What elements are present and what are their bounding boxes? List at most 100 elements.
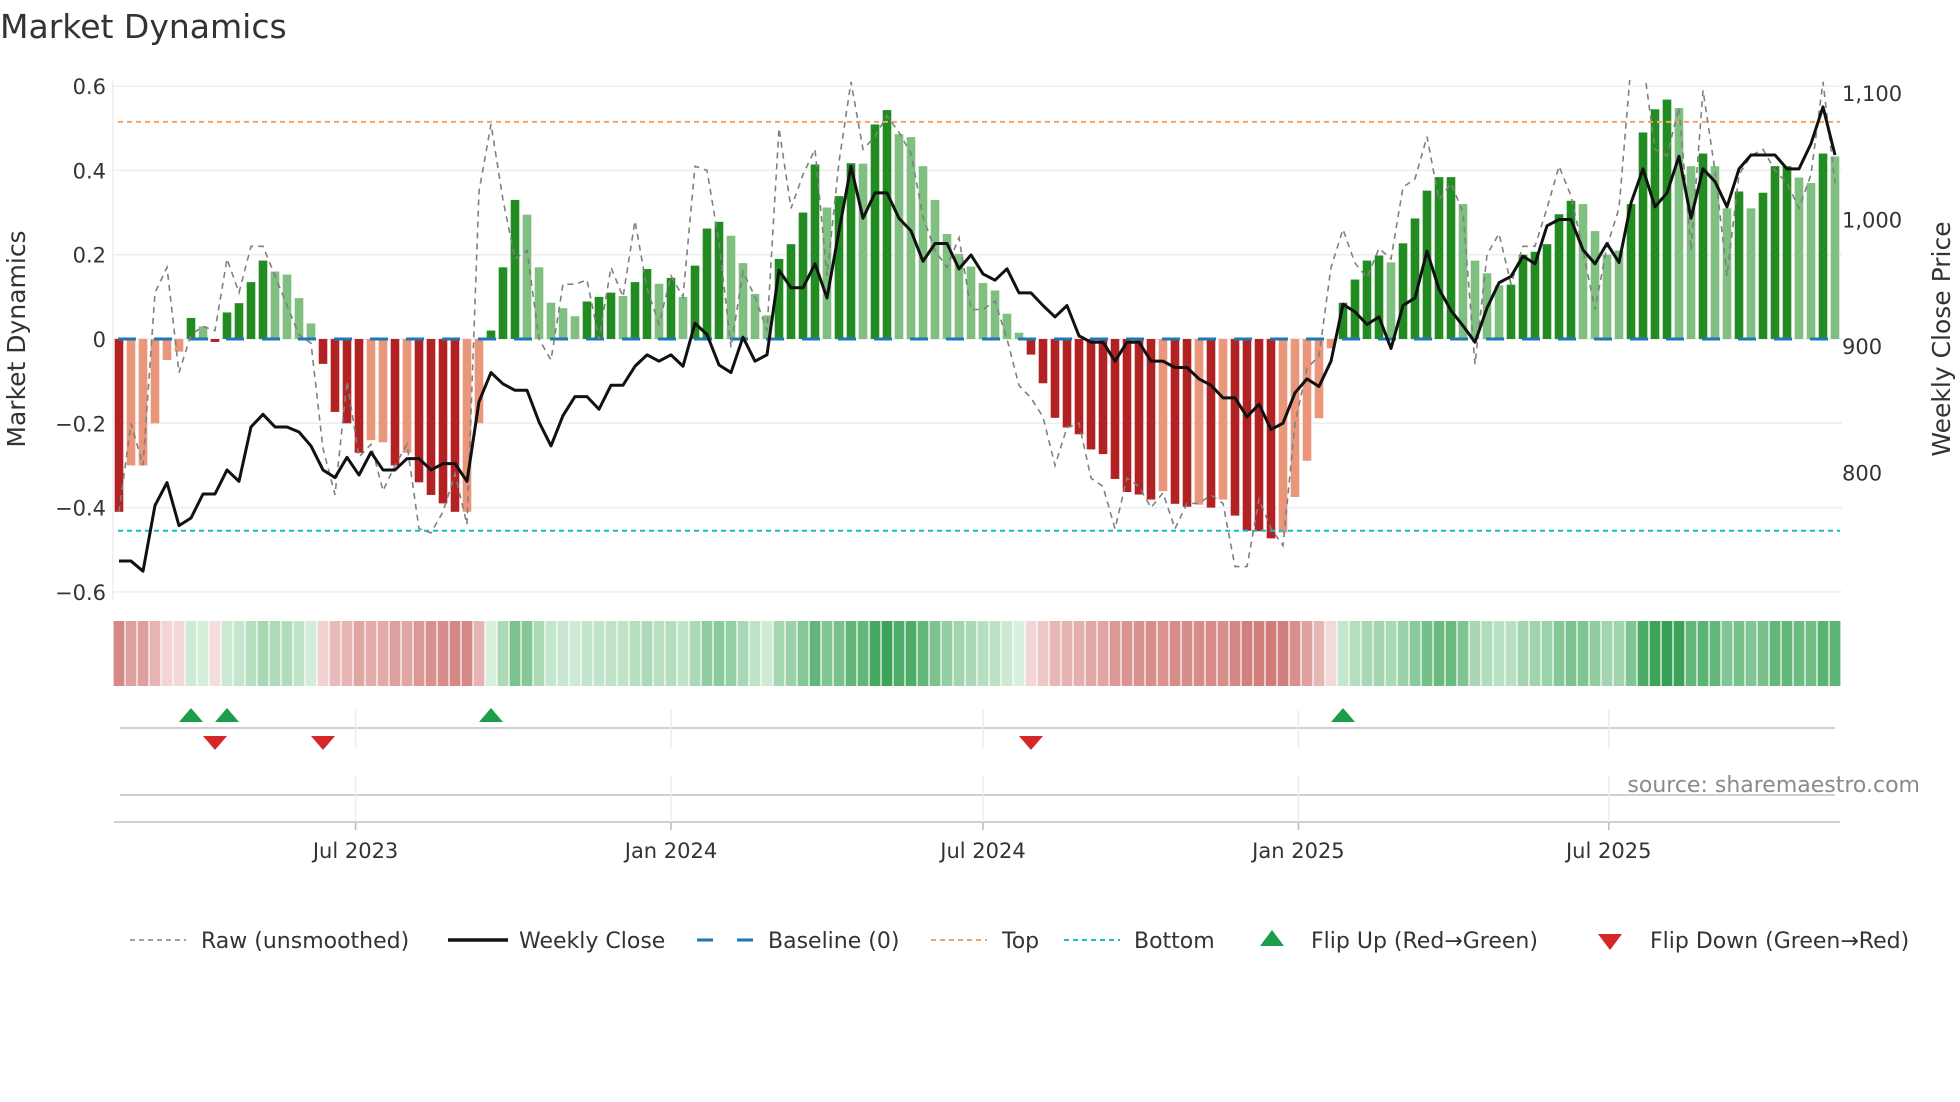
- y-tick-label: −0.4: [55, 497, 106, 521]
- heat-cell: [569, 621, 581, 686]
- heat-cell: [953, 621, 965, 686]
- heat-cell: [605, 621, 617, 686]
- dynamics-bar: [1290, 339, 1300, 498]
- heat-cell: [1397, 621, 1409, 686]
- heat-cell: [965, 621, 977, 686]
- heat-cell: [1817, 621, 1829, 686]
- heat-cell: [809, 621, 821, 686]
- heat-cell: [1049, 621, 1061, 686]
- y-tick-label: 0.4: [73, 159, 106, 183]
- heat-cell: [869, 621, 881, 686]
- dynamics-bar: [1002, 313, 1012, 339]
- y2-tick-label: 1,000: [1842, 209, 1902, 233]
- flip-down-marker: [311, 736, 335, 750]
- heat-cell: [821, 621, 833, 686]
- heat-cell: [1385, 621, 1397, 686]
- heat-cell: [257, 621, 269, 686]
- heat-cell: [1457, 621, 1469, 686]
- dynamics-bar: [1182, 339, 1192, 507]
- y-tick-label: 0.6: [73, 75, 106, 99]
- heat-cell: [1205, 621, 1217, 686]
- heat-cell: [1589, 621, 1601, 686]
- dynamics-bar: [1050, 339, 1060, 418]
- heat-cell: [581, 621, 593, 686]
- heat-cell: [1229, 621, 1241, 686]
- dynamics-bar: [678, 296, 688, 339]
- dynamics-bar: [1218, 339, 1228, 500]
- dynamics-bar: [558, 308, 568, 339]
- heat-cell: [281, 621, 293, 686]
- heat-cell: [689, 621, 701, 686]
- dynamics-bar: [798, 212, 808, 339]
- dynamics-bar: [390, 339, 400, 466]
- dynamics-bar: [870, 124, 880, 339]
- dynamics-bar: [930, 199, 940, 339]
- dynamics-bar: [498, 267, 508, 339]
- dynamics-bar: [366, 339, 376, 441]
- legend-label: Weekly Close: [519, 929, 665, 954]
- heat-cell: [1265, 621, 1277, 686]
- heat-cell: [1469, 621, 1481, 686]
- dynamics-bar: [462, 339, 472, 512]
- dynamics-bar: [234, 303, 244, 339]
- dynamics-bar: [1494, 285, 1504, 339]
- dynamics-bar: [510, 199, 520, 339]
- dynamics-bar: [618, 296, 628, 339]
- heat-cell: [377, 621, 389, 686]
- dynamics-bar: [570, 316, 580, 339]
- y-tick-label: −0.2: [55, 412, 106, 436]
- flip-down-marker: [1019, 736, 1043, 750]
- heat-cell: [1517, 621, 1529, 686]
- heat-cell: [1805, 621, 1817, 686]
- heat-cell: [665, 621, 677, 686]
- heat-cell: [1745, 621, 1757, 686]
- dynamics-bar: [786, 244, 796, 339]
- legend-item-baseline: Baseline (0): [697, 929, 899, 954]
- heat-cell: [1829, 621, 1841, 686]
- heat-cell: [341, 621, 353, 686]
- heat-cell: [425, 621, 437, 686]
- dynamics-bar: [582, 301, 592, 339]
- heat-cell: [797, 621, 809, 686]
- heat-cell: [1673, 621, 1685, 686]
- heat-cell: [593, 621, 605, 686]
- heat-cell: [1061, 621, 1073, 686]
- heat-cell: [245, 621, 257, 686]
- heat-cell: [1301, 621, 1313, 686]
- dynamics-bar: [1398, 243, 1408, 339]
- dynamics-bar: [1278, 339, 1288, 533]
- heat-cell: [509, 621, 521, 686]
- heat-cell: [1793, 621, 1805, 686]
- heat-cell: [1313, 621, 1325, 686]
- dynamics-bar: [966, 266, 976, 339]
- dynamics-bar: [630, 282, 640, 339]
- raw-line: [118, 80, 1836, 568]
- x-tick-label: Jan 2025: [1250, 839, 1345, 863]
- heat-cell: [1121, 621, 1133, 686]
- heat-cell: [749, 621, 761, 686]
- heat-cell: [1241, 621, 1253, 686]
- bars: [114, 99, 1840, 539]
- y-tick-label: −0.6: [55, 581, 106, 605]
- heat-cell: [1601, 621, 1613, 686]
- dynamics-bar: [1302, 339, 1312, 461]
- dynamics-bar: [210, 339, 220, 342]
- heat-cell: [1001, 621, 1013, 686]
- dynamics-bar: [546, 302, 556, 339]
- heat-cell: [473, 621, 485, 686]
- legend-item-close: Weekly Close: [448, 929, 665, 954]
- flip-up-marker: [479, 708, 503, 722]
- dynamics-bar: [1170, 339, 1180, 504]
- heat-cell: [317, 621, 329, 686]
- dynamics-bar: [1590, 231, 1600, 339]
- flip-down-icon: [1598, 934, 1622, 950]
- heat-cell: [1289, 621, 1301, 686]
- dynamics-bar: [258, 260, 268, 339]
- heat-cell: [353, 621, 365, 686]
- legend-item-flip-down: Flip Down (Green→Red): [1598, 929, 1909, 954]
- dynamics-bar: [306, 323, 316, 339]
- heat-cell: [1625, 621, 1637, 686]
- heat-cell: [1193, 621, 1205, 686]
- flip-down-marker: [203, 736, 227, 750]
- dynamics-bar: [714, 221, 724, 339]
